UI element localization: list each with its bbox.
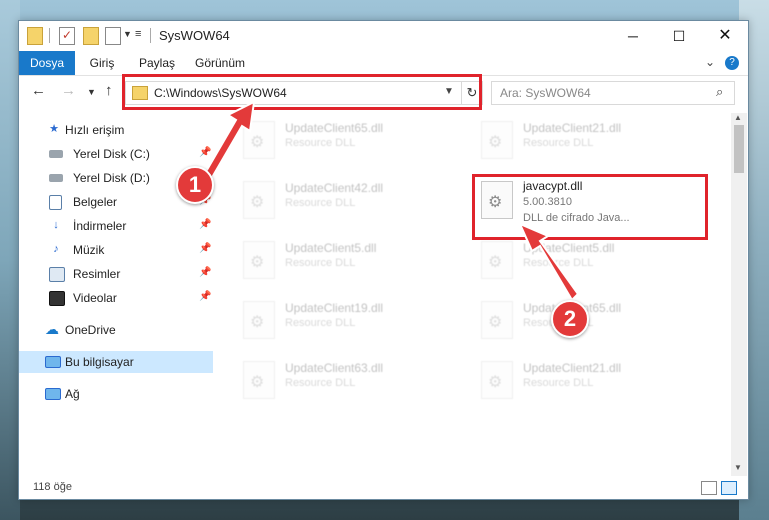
annotation-arrows <box>202 100 580 302</box>
step-1-badge: 1 <box>176 166 214 204</box>
arrow-to-address <box>202 100 256 183</box>
arrow-to-file <box>518 222 580 302</box>
step-2-badge: 2 <box>551 300 589 338</box>
